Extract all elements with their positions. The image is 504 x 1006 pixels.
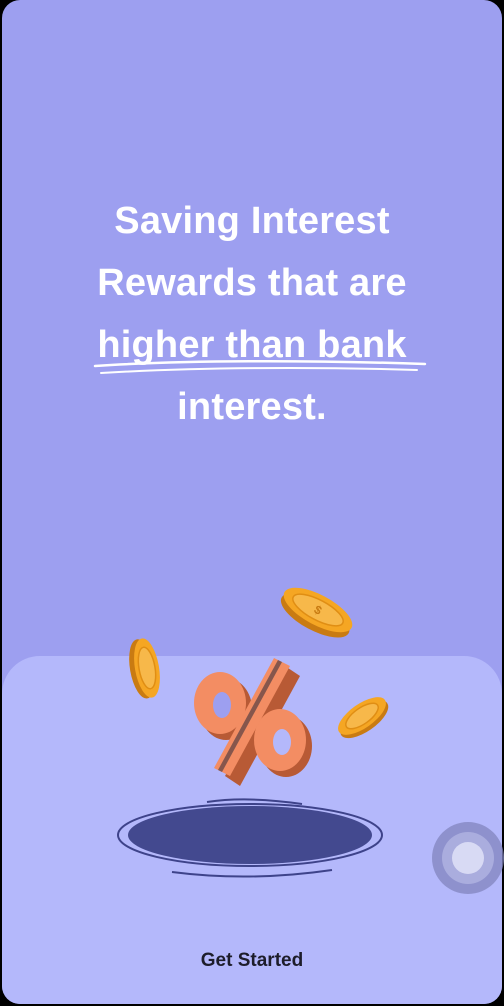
coin: $ xyxy=(280,587,353,638)
percent-sign xyxy=(194,658,312,786)
scribble-underline xyxy=(94,359,427,374)
assistive-touch-core xyxy=(452,842,484,874)
phone-frame: Saving Interest Rewards that are higher … xyxy=(0,0,504,1006)
assistive-touch-icon[interactable] xyxy=(432,822,504,894)
headline-line-1: Saving Interest xyxy=(114,200,390,242)
headline-line-3-wrap: higher than bank xyxy=(2,314,502,376)
coin xyxy=(129,638,160,699)
get-started-button[interactable]: Get Started xyxy=(2,950,502,972)
onboarding-screen: Saving Interest Rewards that are higher … xyxy=(2,0,502,1004)
highlighted-phrase: higher than bank xyxy=(94,314,427,376)
percent-coins-hole-illustration: $ xyxy=(117,587,389,878)
onboarding-headline: Saving Interest Rewards that are higher … xyxy=(2,190,502,438)
headline-line-4: interest. xyxy=(177,386,327,428)
coin xyxy=(338,697,389,739)
headline-line-2: Rewards that are xyxy=(97,262,407,304)
hole xyxy=(117,798,383,878)
